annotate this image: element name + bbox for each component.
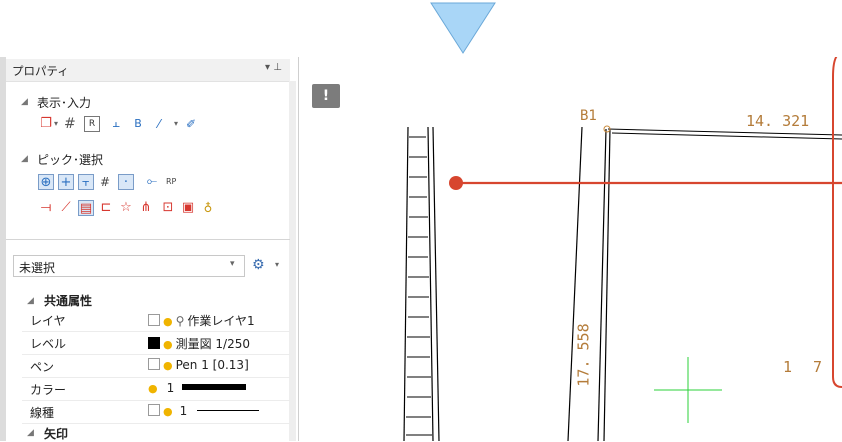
property-label: ペン xyxy=(30,360,55,374)
selected-point[interactable] xyxy=(449,176,463,190)
search-icon: ⚲ xyxy=(175,314,185,328)
pick-point-icon[interactable]: · xyxy=(118,174,134,190)
pick-end-icon[interactable]: ⫟ xyxy=(78,174,94,190)
collapse-triangle-icon[interactable]: ◢ xyxy=(27,428,34,438)
linetype-sample xyxy=(197,410,260,411)
checkbox[interactable] xyxy=(148,314,160,326)
selection-dropdown-value: 未選択 xyxy=(19,261,56,275)
select-frame-icon[interactable]: ▣ xyxy=(180,200,196,216)
bag-icon[interactable]: ♁ xyxy=(200,200,216,216)
panel-pin-icon[interactable]: ▾ ⊥ xyxy=(265,62,282,73)
pick-midpoint-icon[interactable]: ⟜ xyxy=(144,174,160,190)
eyedropper-icon[interactable]: ✐ xyxy=(186,116,202,132)
color-sample xyxy=(182,384,247,390)
layer-icon[interactable]: ⫠ xyxy=(108,116,124,132)
bulb-icon: ● xyxy=(163,359,173,372)
color-value: 1 xyxy=(166,381,175,395)
point-label-b1: B1 xyxy=(580,108,597,124)
section-arrow: 矢印 xyxy=(44,427,69,441)
select-polyline-icon[interactable]: ⊏ xyxy=(98,200,114,216)
property-label: レベル xyxy=(30,337,67,351)
chevron-down-icon[interactable]: ▾ xyxy=(230,259,235,269)
property-value[interactable]: ● Pen 1 [0.13] xyxy=(148,358,249,372)
select-line-icon[interactable]: ⟞ xyxy=(38,200,54,216)
bulb-icon: ● xyxy=(163,405,173,418)
lot-number-label: 1 7 xyxy=(783,358,829,376)
select-window-icon[interactable]: ⊡ xyxy=(160,200,176,216)
select-slash-icon[interactable]: ⟋ xyxy=(58,200,74,216)
bulb-icon: ● xyxy=(163,315,173,328)
gear-icon[interactable]: ⚙ xyxy=(252,257,265,273)
pen-value: Pen 1 [0.13] xyxy=(175,358,249,372)
section-display-input: 表示･入力 xyxy=(37,96,92,110)
pick-center-icon[interactable]: ⊕ xyxy=(38,174,54,190)
property-label: 線種 xyxy=(30,406,55,420)
display-input-toolbar: ❐ ▾ # R ⫠ B ⁄ ▾ ✐ xyxy=(38,116,278,134)
bulb-icon: ● xyxy=(148,382,158,395)
bulb-icon: ● xyxy=(163,338,173,351)
pick-toolbar: ⊕ + ⫟ # · ⟜ RP xyxy=(38,174,278,192)
ruler-r-icon[interactable]: R xyxy=(84,116,100,132)
level-value: 測量図 1/250 xyxy=(175,337,251,351)
pick-grid-icon[interactable]: # xyxy=(100,174,116,190)
pick-ref-icon[interactable]: RP xyxy=(166,174,182,190)
select-rect-icon[interactable]: ▤ xyxy=(78,200,94,216)
distance-label-top: 14. 321 xyxy=(746,112,810,130)
section-common-attrs: 共通属性 xyxy=(44,294,93,308)
layer-value: 作業レイヤ1 xyxy=(187,314,255,328)
select-freehand-icon[interactable]: ⋔ xyxy=(138,200,154,216)
property-value[interactable]: ● ⚲ 作業レイヤ1 xyxy=(148,312,255,329)
panel-scrollbar[interactable] xyxy=(289,81,296,441)
pick-cross-icon[interactable]: + xyxy=(58,174,74,190)
linetype-value: 1 xyxy=(179,404,188,418)
checkbox[interactable] xyxy=(148,404,160,416)
panel-title: プロパティ xyxy=(12,64,69,78)
property-value[interactable]: ● 1 xyxy=(148,381,247,395)
property-value[interactable]: ● 測量図 1/250 xyxy=(148,335,250,352)
section-pick-select: ピック･選択 xyxy=(37,153,104,167)
select-toolbar: ⟞ ⟋ ▤ ⊏ ☆ ⋔ ⊡ ▣ ♁ xyxy=(38,200,278,218)
panel-divider xyxy=(6,239,290,240)
collapse-triangle-icon[interactable]: ◢ xyxy=(21,154,28,164)
property-value[interactable]: ● 1 xyxy=(148,404,260,418)
bx-icon[interactable]: B xyxy=(130,116,146,132)
brush-icon[interactable]: ⁄ xyxy=(158,116,174,132)
distance-label-vertical: 17. 558 xyxy=(574,323,593,387)
color-swatch xyxy=(148,337,160,349)
property-label: レイヤ xyxy=(30,314,66,328)
select-polygon-icon[interactable]: ☆ xyxy=(118,200,134,216)
collapse-triangle-icon[interactable]: ◢ xyxy=(27,296,34,306)
grid-icon[interactable]: # xyxy=(64,116,80,132)
property-label: カラー xyxy=(30,383,67,397)
checkbox[interactable] xyxy=(148,358,160,370)
window-icon[interactable]: ❐ xyxy=(38,116,54,132)
pointer-triangle-icon xyxy=(430,2,496,54)
collapse-triangle-icon[interactable]: ◢ xyxy=(21,97,28,107)
chevron-down-icon[interactable]: ▾ xyxy=(275,260,279,269)
